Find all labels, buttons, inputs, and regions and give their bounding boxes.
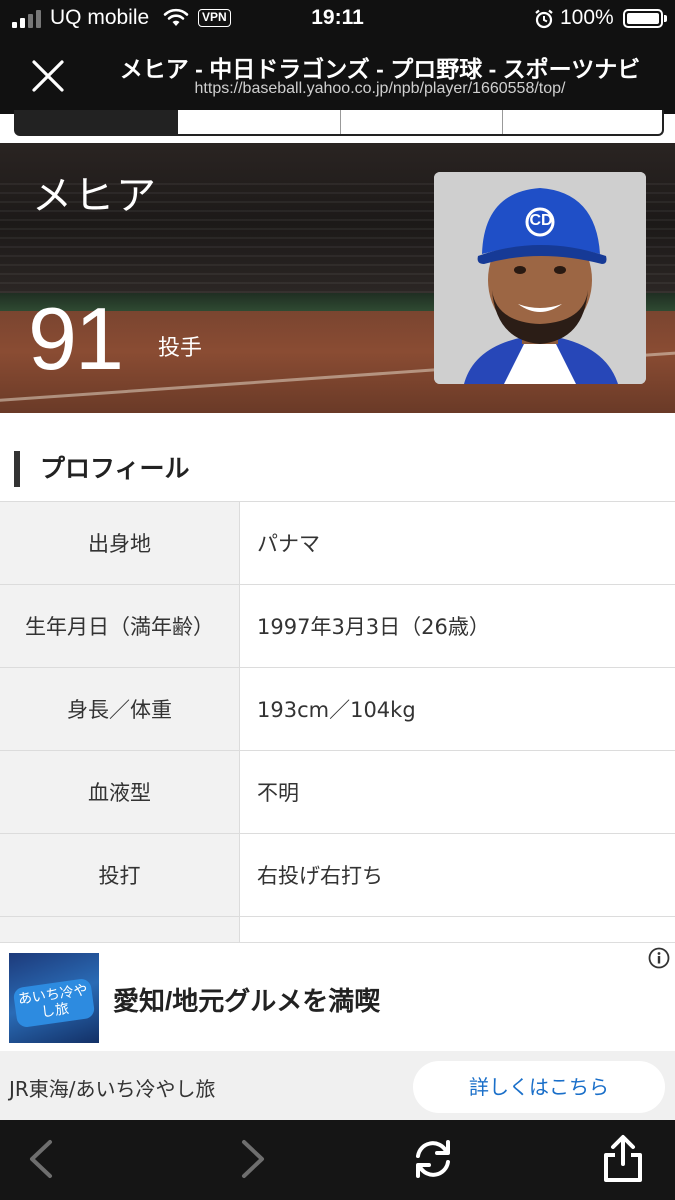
table-row: 投打 右投げ右打ち (0, 834, 675, 917)
uniform-number: 91 (28, 289, 124, 388)
forward-button[interactable] (226, 1134, 276, 1184)
page-title: メヒア - 中日ドラゴンズ - プロ野球 - スポーツナビ (119, 56, 641, 82)
row-label: 投打 (0, 834, 240, 916)
status-bar: UQ mobile VPN 19:11 100% (0, 0, 675, 38)
row-label: 血液型 (0, 751, 240, 833)
alarm-icon (533, 8, 555, 35)
cap-logo: CD (529, 212, 553, 229)
reload-icon (416, 1140, 450, 1178)
info-icon[interactable] (648, 947, 670, 969)
battery-icon (623, 9, 667, 28)
page-url[interactable]: https://baseball.yahoo.co.jp/npb/player/… (100, 80, 660, 98)
row-label: 生年月日（満年齢） (0, 585, 240, 667)
tab-divider (340, 110, 341, 134)
row-value: パナマ (257, 532, 320, 556)
back-button[interactable] (18, 1134, 68, 1184)
row-value: 不明 (257, 781, 299, 805)
chevron-right-icon (242, 1140, 264, 1178)
share-icon (604, 1135, 642, 1182)
player-hero: メヒア 91 投手 CD (0, 143, 675, 413)
tab-divider (502, 110, 503, 134)
chevron-left-icon (30, 1140, 52, 1178)
tab-menu (0, 110, 675, 144)
row-value: 1997年3月3日（26歳） (257, 615, 490, 639)
table-row: 生年月日（満年齢） 1997年3月3日（26歳） (0, 585, 675, 668)
row-label: 出身地 (0, 502, 240, 584)
ad-creative[interactable]: あいち冷やし旅 愛知/地元グルメを満喫 (0, 943, 675, 1051)
share-button[interactable] (598, 1134, 648, 1184)
browser-header: メヒア - 中日ドラゴンズ - プロ野球 - スポーツナビ https://ba… (0, 38, 675, 114)
ad-banner[interactable]: あいち冷やし旅 愛知/地元グルメを満喫 JR東海/あいち冷やし旅 詳しくはこちら (0, 942, 675, 1120)
row-value: 右投げ右打ち (257, 864, 383, 888)
browser-toolbar (0, 1120, 675, 1200)
player-name: メヒア (32, 174, 158, 218)
reload-button[interactable] (408, 1134, 458, 1184)
ad-thumb-label: あいち冷やし旅 (12, 977, 96, 1029)
row-value: 193cm／104kg (257, 698, 416, 722)
player-position: 投手 (158, 336, 203, 361)
profile-table: 出身地 パナマ 生年月日（満年齢） 1997年3月3日（26歳） 身長／体重 1… (0, 501, 675, 1000)
player-photo: CD (434, 172, 646, 384)
table-row: 血液型 不明 (0, 751, 675, 834)
close-button[interactable] (26, 54, 70, 98)
profile-heading: プロフィール (14, 451, 190, 487)
tab-selected[interactable] (16, 110, 178, 134)
table-row: 出身地 パナマ (0, 502, 675, 585)
battery-percent: 100% (560, 6, 614, 29)
ad-sponsor: JR東海/あいち冷やし旅 (9, 1077, 216, 1101)
ad-cta-button[interactable]: 詳しくはこちら (413, 1061, 665, 1113)
row-label: 身長／体重 (0, 668, 240, 750)
table-row: 身長／体重 193cm／104kg (0, 668, 675, 751)
ad-headline[interactable]: 愛知/地元グルメを満喫 (113, 981, 380, 1018)
ad-thumbnail[interactable]: あいち冷やし旅 (9, 953, 99, 1043)
tab-menu-box[interactable] (14, 110, 664, 136)
close-icon (32, 60, 64, 92)
